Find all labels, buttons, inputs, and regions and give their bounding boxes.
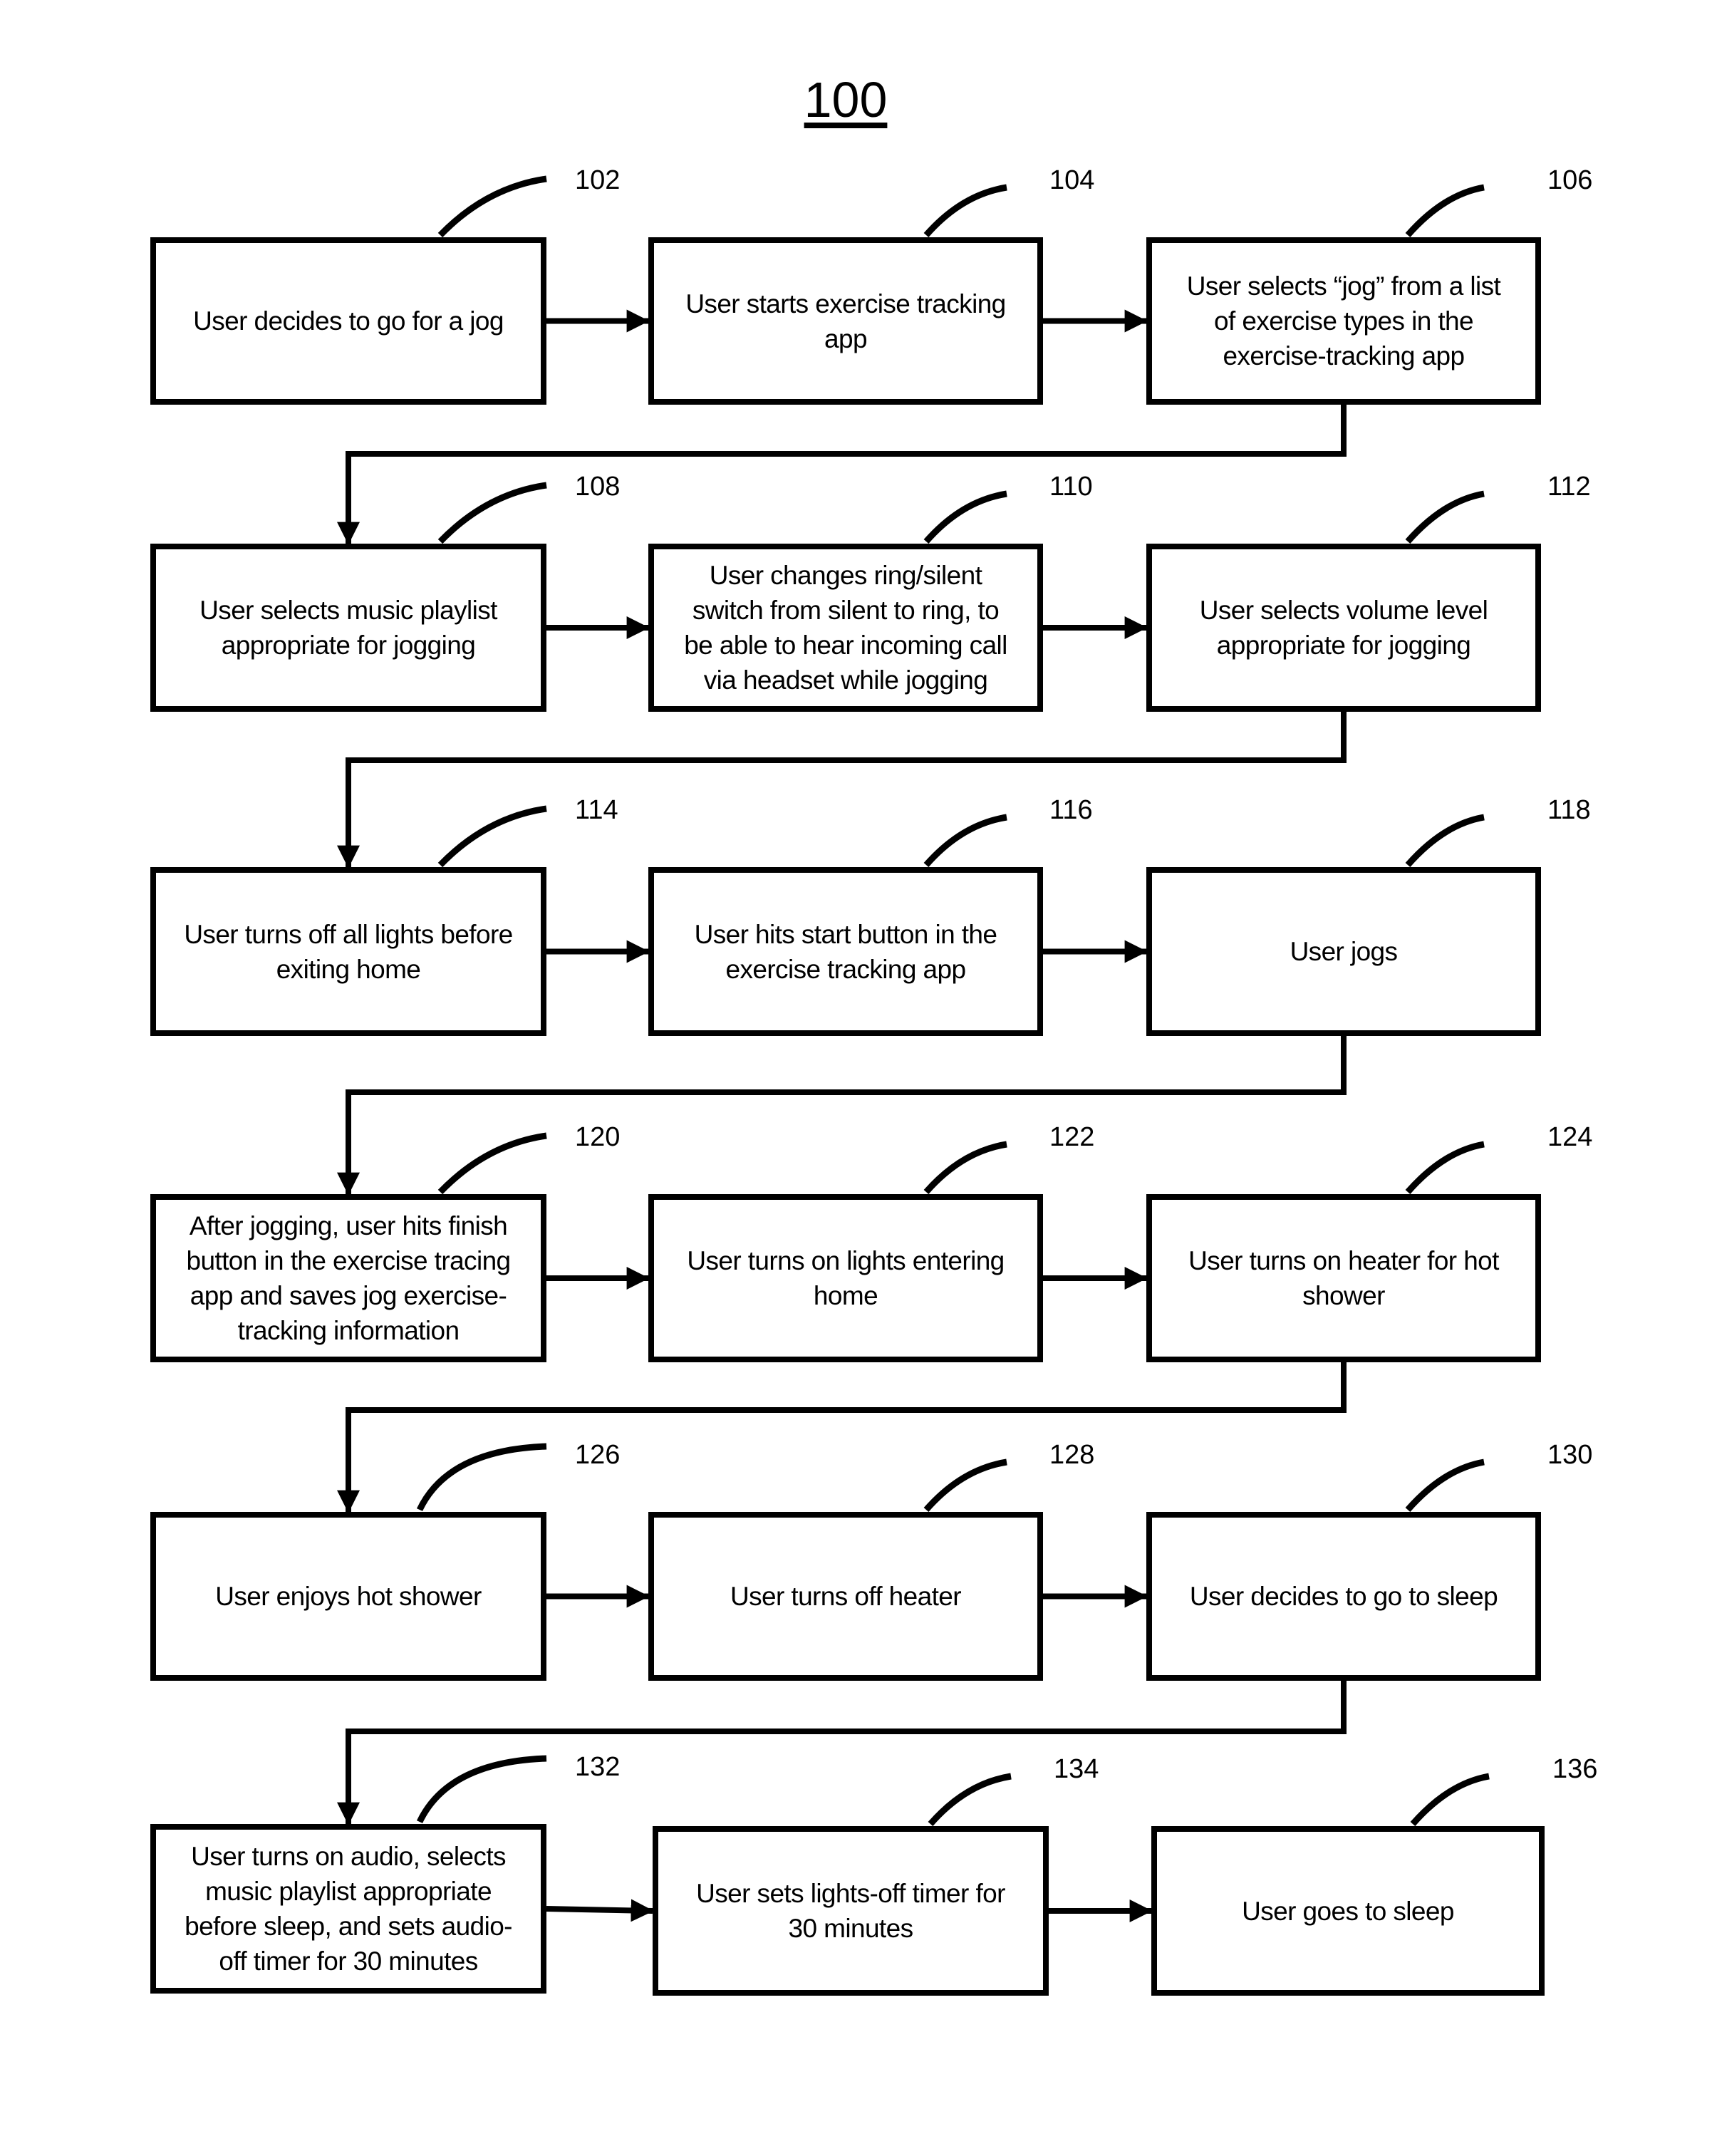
leader-line-128 — [923, 1458, 1007, 1512]
step-text: User starts exercise tracking app — [685, 289, 1006, 353]
process-step-114: User turns off all lights before exiting… — [150, 867, 546, 1036]
reference-numeral-118: 118 — [1547, 795, 1591, 825]
leader-line-136 — [1410, 1773, 1490, 1826]
reference-numeral-104: 104 — [1049, 165, 1095, 195]
reference-numeral-108: 108 — [575, 472, 621, 502]
process-step-120: After jogging, user hits finish button i… — [150, 1194, 546, 1362]
leader-line-104 — [923, 184, 1007, 237]
process-step-102: User decides to go for a jog — [150, 237, 546, 405]
step-text: User turns on lights entering home — [687, 1246, 1005, 1310]
step-text: User changes ring/silent switch from sil… — [684, 561, 1007, 695]
reference-numeral-106: 106 — [1547, 165, 1593, 195]
process-step-132: User turns on audio, selects music playl… — [150, 1824, 546, 1994]
process-step-136: User goes to sleep — [1151, 1826, 1545, 1996]
arrow-124-to-126 — [337, 1362, 1347, 1513]
step-text: User goes to sleep — [1242, 1896, 1454, 1926]
step-text: After jogging, user hits finish button i… — [186, 1211, 511, 1345]
process-step-104: User starts exercise tracking app — [648, 237, 1043, 405]
reference-numeral-120: 120 — [575, 1122, 621, 1152]
step-text: User selects “jog” from a list of exerci… — [1186, 271, 1501, 370]
reference-numeral-102: 102 — [575, 165, 621, 195]
process-step-116: User hits start button in the exercise t… — [648, 867, 1043, 1036]
reference-numeral-110: 110 — [1049, 472, 1093, 502]
leader-line-106 — [1405, 184, 1485, 237]
leader-line-132 — [416, 1755, 547, 1823]
arrow-106-to-108 — [337, 405, 1347, 545]
process-step-118: User jogs — [1146, 867, 1541, 1036]
step-text: User turns on audio, selects music playl… — [185, 1842, 512, 1976]
reference-numeral-112: 112 — [1547, 472, 1591, 502]
arrow-112-to-114 — [337, 712, 1347, 869]
process-step-122: User turns on lights entering home — [648, 1194, 1043, 1362]
leader-line-124 — [1405, 1141, 1485, 1194]
step-text: User enjoys hot shower — [215, 1582, 482, 1611]
process-step-130: User decides to go to sleep — [1146, 1512, 1541, 1681]
process-step-108: User selects music playlist appropriate … — [150, 544, 546, 712]
leader-line-108 — [437, 482, 547, 544]
step-text: User decides to go to sleep — [1189, 1582, 1498, 1611]
leader-line-114 — [437, 805, 547, 868]
step-text: User jogs — [1290, 937, 1398, 966]
leader-line-130 — [1405, 1458, 1485, 1512]
reference-numeral-134: 134 — [1054, 1754, 1099, 1784]
step-text: User hits start button in the exercise t… — [694, 919, 997, 984]
step-text: User turns off all lights before exiting… — [184, 919, 513, 984]
reference-numeral-126: 126 — [575, 1440, 621, 1470]
reference-numeral-130: 130 — [1547, 1440, 1593, 1470]
process-step-134: User sets lights-off timer for 30 minute… — [653, 1826, 1049, 1996]
reference-numeral-122: 122 — [1049, 1122, 1095, 1152]
arrow-130-to-132 — [337, 1681, 1347, 1825]
leader-line-102 — [437, 175, 547, 238]
reference-numeral-128: 128 — [1049, 1440, 1095, 1470]
leader-line-134 — [928, 1773, 1012, 1826]
step-text: User selects music playlist appropriate … — [199, 596, 497, 660]
process-step-124: User turns on heater for hot shower — [1146, 1194, 1541, 1362]
process-step-112: User selects volume level appropriate fo… — [1146, 544, 1541, 712]
process-step-106: User selects “jog” from a list of exerci… — [1146, 237, 1541, 405]
step-text: User turns off heater — [730, 1582, 962, 1611]
process-step-110: User changes ring/silent switch from sil… — [648, 544, 1043, 712]
leader-line-126 — [416, 1443, 547, 1511]
leader-line-120 — [437, 1132, 547, 1195]
leader-line-116 — [923, 814, 1007, 867]
arrow-118-to-120 — [337, 1036, 1347, 1196]
process-step-128: User turns off heater — [648, 1512, 1043, 1681]
reference-numeral-116: 116 — [1049, 795, 1093, 825]
reference-numeral-136: 136 — [1552, 1754, 1598, 1784]
leader-line-112 — [1405, 490, 1485, 544]
reference-numeral-124: 124 — [1547, 1122, 1593, 1152]
step-text: User selects volume level appropriate fo… — [1199, 596, 1488, 660]
figure-number: 100 — [804, 72, 888, 128]
reference-numeral-114: 114 — [575, 795, 618, 825]
step-text: User turns on heater for hot shower — [1188, 1246, 1499, 1310]
reference-numeral-132: 132 — [575, 1752, 621, 1782]
leader-line-110 — [923, 490, 1007, 544]
leader-line-118 — [1405, 814, 1485, 867]
step-text: User sets lights-off timer for 30 minute… — [696, 1879, 1005, 1943]
leader-line-122 — [923, 1141, 1007, 1194]
process-step-126: User enjoys hot shower — [150, 1512, 546, 1681]
step-text: User decides to go for a jog — [193, 306, 504, 336]
arrow-132-to-134 — [546, 1899, 654, 1922]
